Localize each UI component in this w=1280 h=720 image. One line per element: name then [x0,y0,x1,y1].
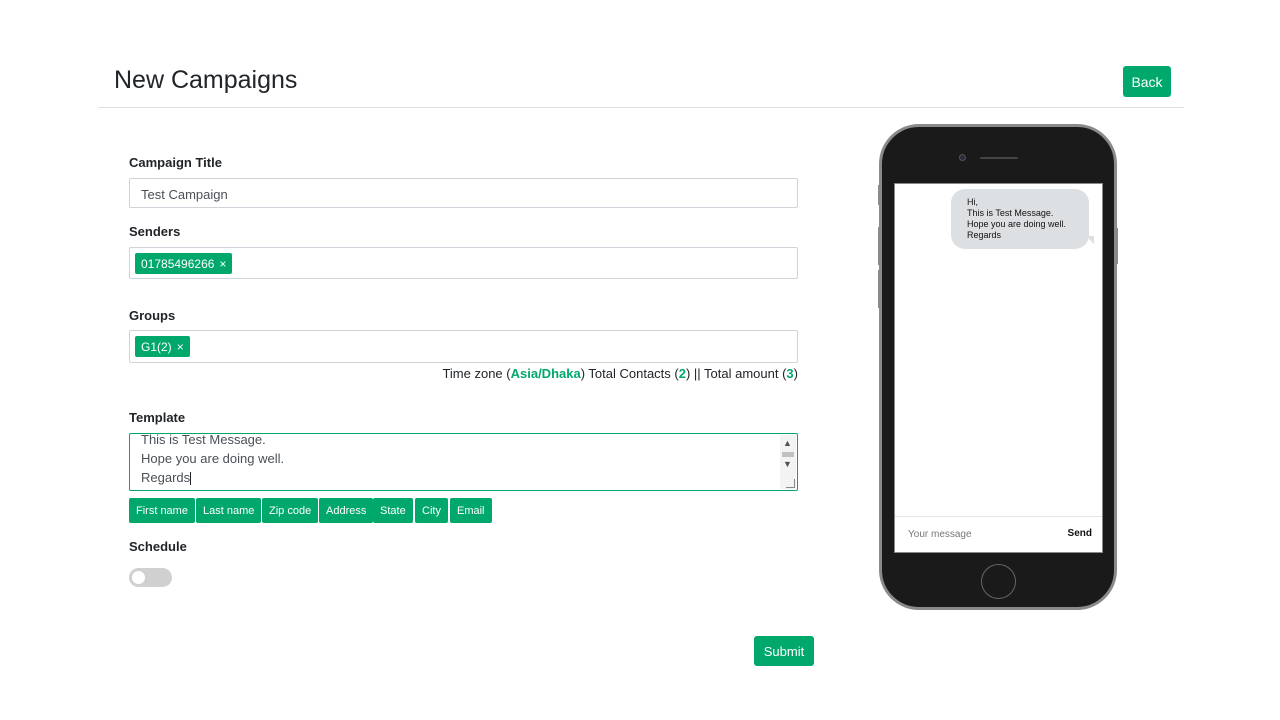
message-bar: Your message Send [895,516,1102,552]
back-button[interactable]: Back [1123,66,1171,97]
bubble-line: Hi, [967,197,978,207]
amount-prefix: ) || Total amount ( [685,366,787,381]
amount-value: 3 [786,366,794,381]
senders-label: Senders [129,224,181,239]
scroll-up-icon[interactable]: ▲ [783,439,792,448]
timezone-prefix: Time zone ( [442,366,511,381]
contacts-value: 2 [678,366,686,381]
campaign-title-value: Test Campaign [141,187,228,202]
timezone-value: Asia/Dhaka [510,366,581,381]
insert-first-name-button[interactable]: First name [129,498,195,523]
campaign-title-label: Campaign Title [129,155,222,170]
group-chip: G1(2) × [135,336,190,357]
contacts-prefix: ) Total Contacts ( [580,366,679,381]
toggle-knob [132,571,145,584]
speaker-icon [980,157,1018,159]
insert-email-button[interactable]: Email [450,498,492,523]
resize-handle-icon[interactable] [786,479,795,488]
scroll-thumb[interactable] [782,452,794,457]
scroll-down-icon[interactable]: ▼ [783,460,792,469]
schedule-label: Schedule [129,539,187,554]
home-button-icon [981,564,1016,599]
bubble-line: Regards [967,230,1002,240]
phone-side-button [878,185,881,205]
template-line-last: Regards [141,470,192,486]
insert-address-button[interactable]: Address [319,498,374,523]
summary-suffix: ) [793,366,798,381]
template-textarea[interactable]: This is Test Message. Hope you are doing… [129,433,798,491]
text-caret [190,472,192,486]
send-button[interactable]: Send [1068,528,1092,539]
insert-state-button[interactable]: State [373,498,413,523]
template-line: Hope you are doing well. [141,451,285,466]
remove-sender-icon[interactable]: × [219,257,226,271]
phone-side-button [1115,228,1118,264]
template-label: Template [129,410,186,425]
insert-city-button[interactable]: City [415,498,448,523]
groups-select[interactable]: G1(2) × [129,330,798,363]
message-bubble: Hi, This is Test Message. Hope you are d… [951,189,1089,249]
camera-icon [959,154,966,161]
campaign-summary: Time zone (Asia/Dhaka) Total Contacts (2… [442,366,798,381]
sender-chip: 01785496266 × [135,253,233,274]
message-input[interactable]: Your message [908,529,972,540]
phone-screen: Hi, This is Test Message. Hope you are d… [894,183,1103,553]
groups-label: Groups [129,308,176,323]
sender-chip-label: 01785496266 [141,256,215,271]
senders-select[interactable]: 01785496266 × [129,247,798,279]
insert-last-name-button[interactable]: Last name [196,498,262,523]
page-header: New Campaigns Back [98,58,1184,108]
group-chip-label: G1(2) [141,339,172,354]
submit-button[interactable]: Submit [754,636,814,666]
page-title: New Campaigns [114,66,298,94]
insert-zip-code-button[interactable]: Zip code [262,498,319,523]
schedule-toggle[interactable] [129,568,172,587]
bubble-line: This is Test Message. [967,208,1054,218]
phone-side-button [878,227,881,265]
bubble-line: Hope you are doing well. [967,219,1067,229]
template-line: Regards [141,470,191,485]
template-line: This is Test Message. [141,433,266,447]
phone-side-button [878,270,881,308]
phone-preview: Hi, This is Test Message. Hope you are d… [879,124,1117,610]
bubble-tail-icon [1086,236,1094,244]
remove-group-icon[interactable]: × [177,340,184,354]
campaign-title-input[interactable]: Test Campaign [129,178,798,208]
